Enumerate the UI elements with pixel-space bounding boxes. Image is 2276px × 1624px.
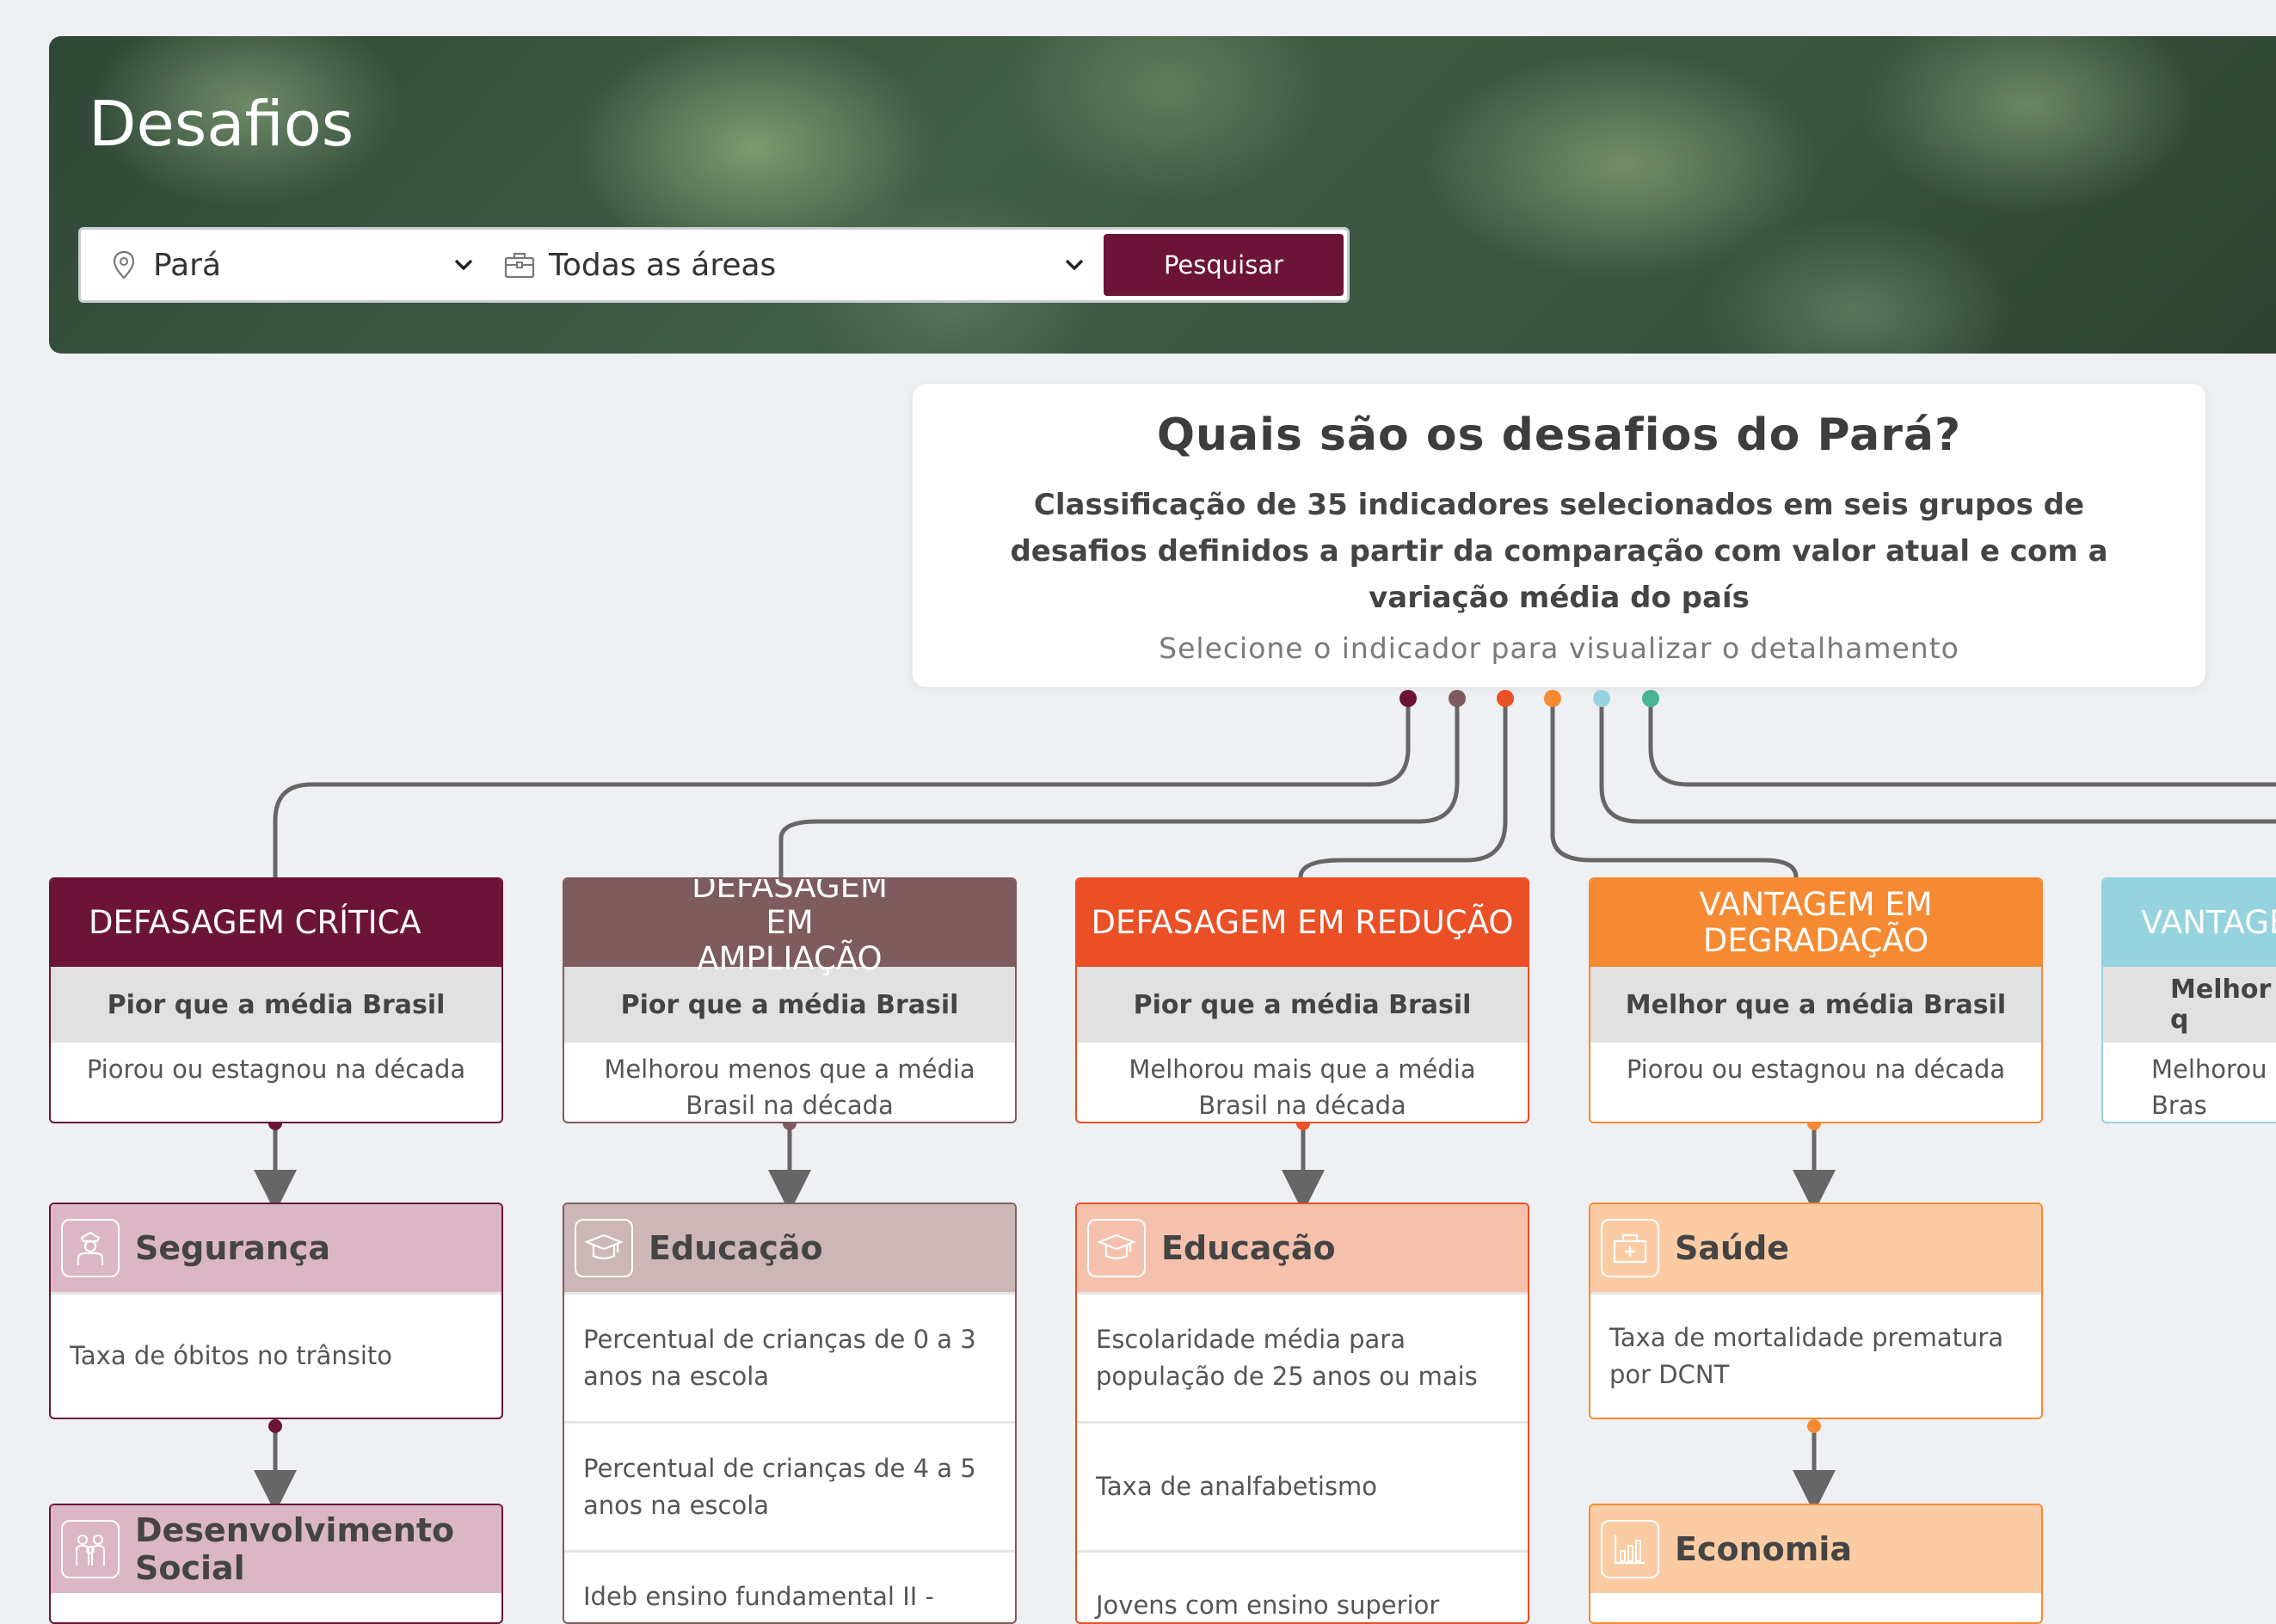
group-vantagem-degradacao[interactable]: VANTAGEM EM DEGRADAÇÃO Melhor que a médi… — [1589, 877, 2043, 1123]
family-icon — [61, 1520, 120, 1578]
dot-reducao — [1497, 690, 1514, 707]
group-comparison: Pior que a média Brasil — [564, 967, 1015, 1043]
area-header: Desenvolvimento Social — [51, 1505, 501, 1593]
group-variation: Melhorou Bras — [2151, 1055, 2267, 1120]
area-name: Desenvolvimento Social — [135, 1511, 455, 1587]
group-defasagem-critica[interactable]: DEFASAGEM CRÍTICA Pior que a média Brasi… — [49, 877, 503, 1123]
area-header: Saúde — [1590, 1204, 2041, 1292]
connector-ampliacao — [778, 698, 1460, 877]
dot-critica — [1399, 690, 1417, 707]
connector-vantagem — [1599, 698, 2276, 824]
group-defasagem-ampliacao[interactable]: DEFASAGEM EM AMPLIAÇÃO Pior que a média … — [563, 877, 1017, 1123]
group-title: VANTAGEM EM DEGRADAÇÃO — [1590, 879, 2041, 967]
dot-degradacao — [1544, 690, 1561, 707]
dot-green — [1642, 690, 1659, 707]
group-title: DEFASAGEM CRÍTICA — [51, 879, 501, 967]
graduation-cap-icon — [575, 1219, 633, 1277]
hospital-icon — [1601, 1219, 1659, 1277]
graduation-cap-icon — [1087, 1219, 1146, 1277]
area-desenvolvimento-social[interactable]: Desenvolvimento Social — [49, 1504, 503, 1624]
group-defasagem-reducao[interactable]: DEFASAGEM EM REDUÇÃO Pior que a média Br… — [1075, 877, 1529, 1123]
area-name: Economia — [1675, 1530, 1853, 1568]
area-saude[interactable]: Saúde Taxa de mortalidade prematura por … — [1589, 1203, 2043, 1419]
connector-degradacao — [1550, 698, 1799, 878]
group-title: VANTAGE — [2103, 879, 2276, 967]
group-comparison: Pior que a média Brasil — [1077, 967, 1528, 1043]
dot-ampliacao — [1449, 690, 1466, 707]
indicator-item[interactable]: Taxa de mortalidade prematura por DCNT — [1590, 1292, 2041, 1418]
indicator-item[interactable]: Jovens com ensino superior — [1077, 1550, 1528, 1622]
police-officer-icon — [61, 1219, 120, 1277]
area-header: Educação — [1077, 1204, 1528, 1292]
connector-critica — [273, 698, 1411, 877]
area-name: Segurança — [135, 1229, 330, 1267]
area-header: Economia — [1590, 1505, 2041, 1593]
group-comparison: Melhor q — [2103, 967, 2276, 1043]
connector-reducao — [1298, 698, 1508, 878]
indicator-item[interactable]: Taxa de analfabetismo — [1077, 1421, 1528, 1550]
indicator-item[interactable]: Ideb ensino fundamental II - rede — [564, 1550, 1015, 1622]
group-comparison: Pior que a média Brasil — [51, 967, 501, 1043]
bar-chart-icon — [1601, 1520, 1659, 1578]
indicator-item[interactable]: Taxa de óbitos no trânsito — [51, 1292, 501, 1418]
connector-green — [1648, 698, 2276, 787]
area-name: Educação — [649, 1229, 823, 1267]
group-variation: Piorou ou estagnou na década — [1626, 1055, 2006, 1084]
group-vantagem[interactable]: VANTAGE Melhor q Melhorou Bras — [2101, 877, 2276, 1123]
area-economia[interactable]: Economia — [1589, 1504, 2043, 1624]
group-comparison: Melhor que a média Brasil — [1590, 967, 2041, 1043]
area-educacao-reducao[interactable]: Educação Escolaridade média para populaç… — [1075, 1203, 1529, 1624]
group-variation: Melhorou menos que a média Brasil na déc… — [604, 1055, 975, 1120]
area-header: Educação — [564, 1204, 1015, 1292]
area-seguranca[interactable]: Segurança Taxa de óbitos no trânsito — [49, 1203, 503, 1419]
area-educacao-ampliacao[interactable]: Educação Percentual de crianças de 0 a 3… — [563, 1203, 1017, 1624]
area-name: Saúde — [1675, 1229, 1790, 1267]
indicator-item[interactable]: Escolaridade média para população de 25 … — [1077, 1292, 1528, 1421]
dot-vantagem — [1593, 690, 1610, 707]
group-variation: Piorou ou estagnou na década — [86, 1055, 466, 1084]
area-name: Educação — [1161, 1229, 1336, 1267]
group-title: DEFASAGEM EM REDUÇÃO — [1077, 879, 1528, 967]
area-header: Segurança — [51, 1204, 501, 1292]
indicator-item[interactable]: Percentual de crianças de 4 a 5 anos na … — [564, 1421, 1015, 1550]
group-variation: Melhorou mais que a média Brasil na déca… — [1129, 1055, 1476, 1120]
group-title: DEFASAGEM EM AMPLIAÇÃO — [564, 879, 1015, 977]
indicator-item[interactable]: Percentual de crianças de 0 a 3 anos na … — [564, 1292, 1015, 1421]
